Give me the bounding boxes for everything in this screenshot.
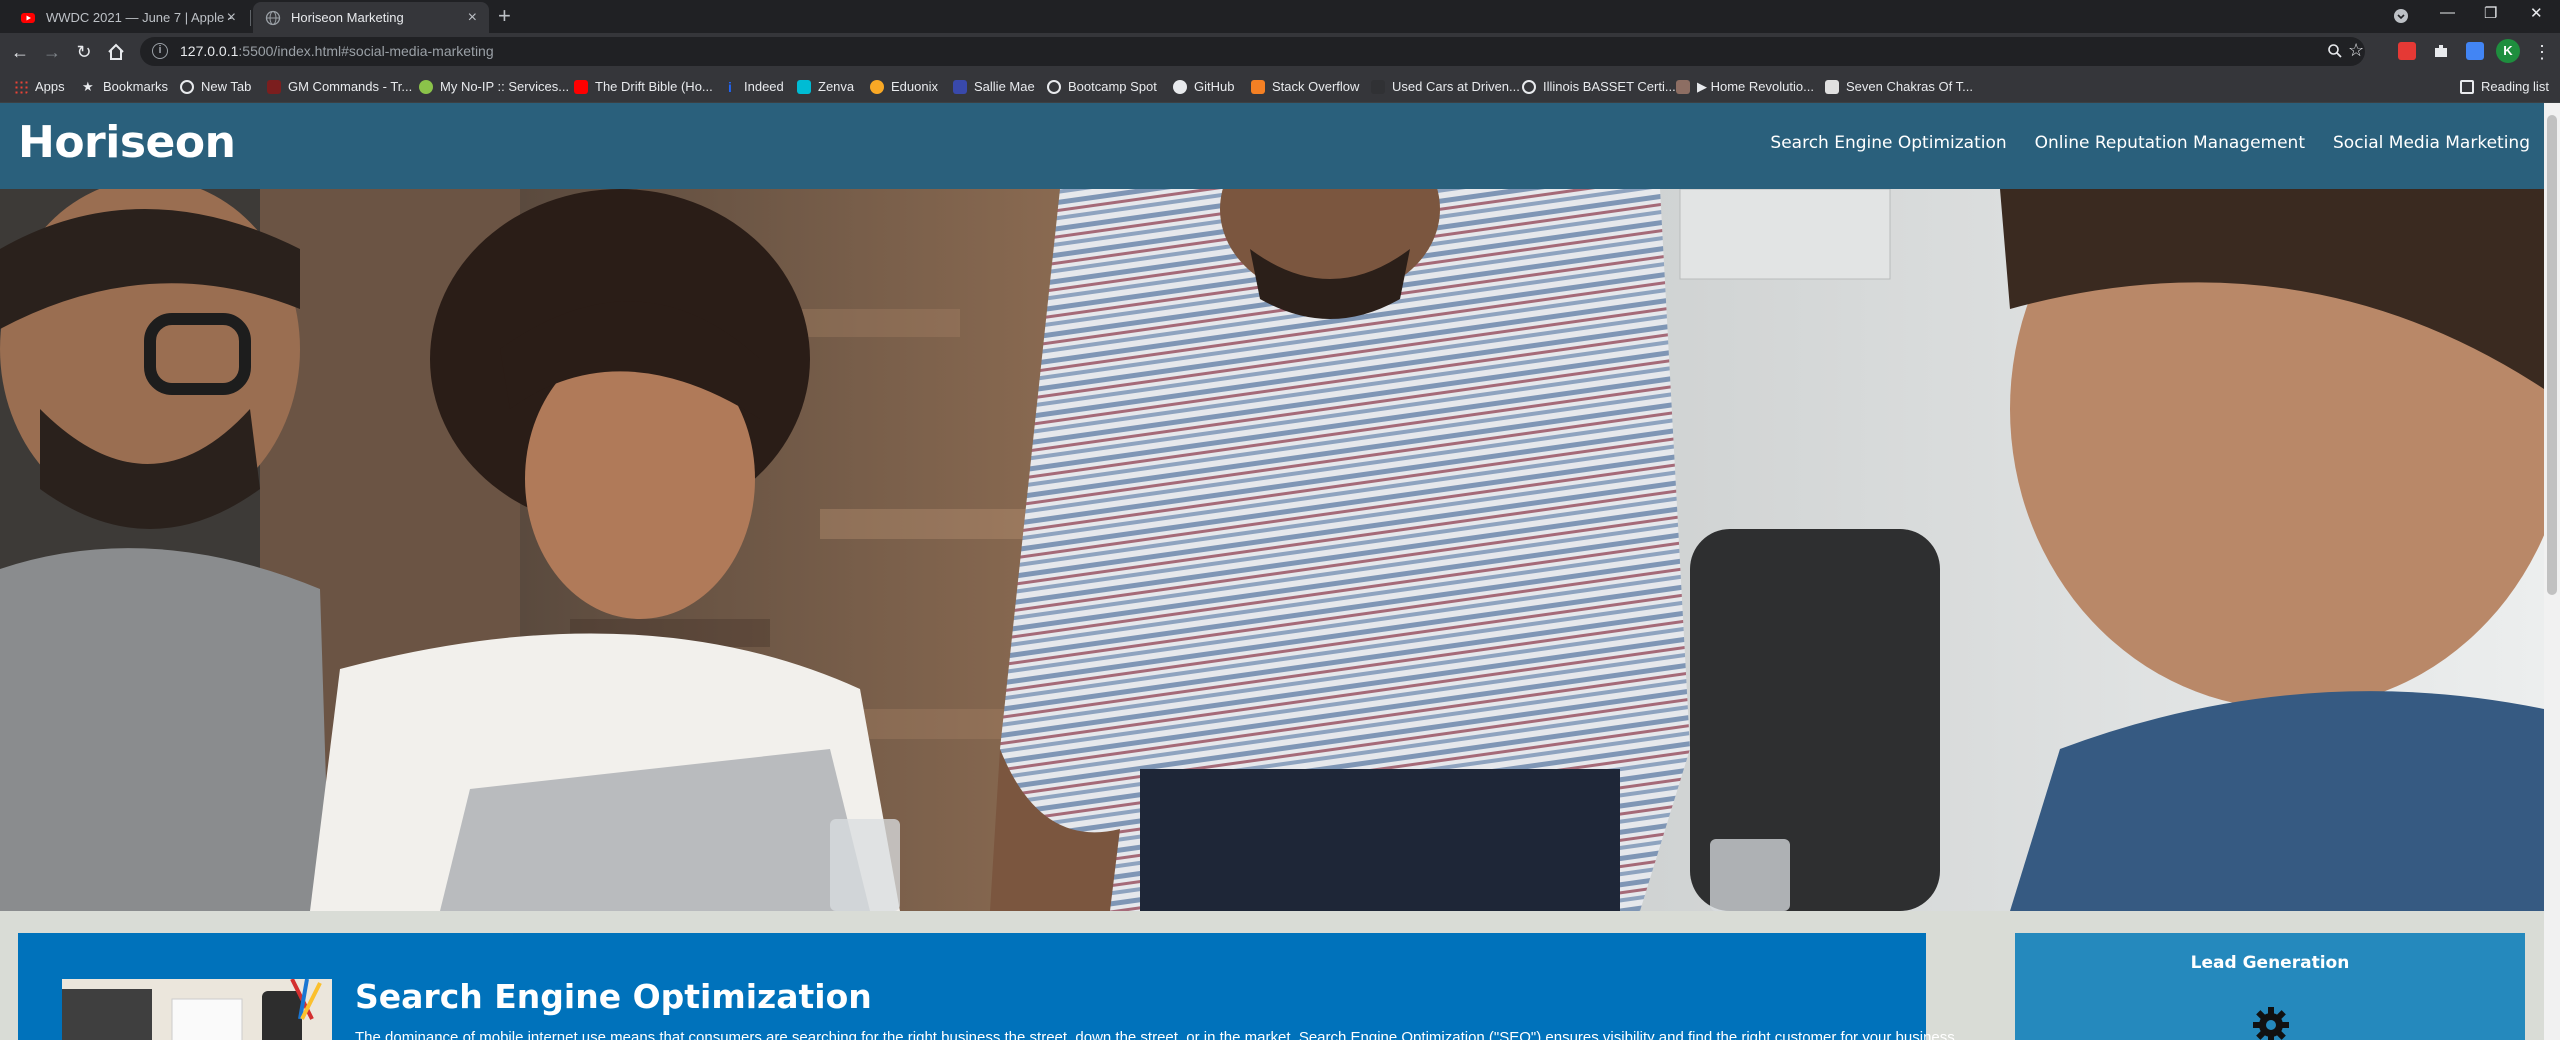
forward-icon[interactable]: → bbox=[40, 40, 64, 64]
menu-icon[interactable]: ⋮ bbox=[2530, 40, 2554, 64]
profile-avatar[interactable]: K bbox=[2496, 39, 2520, 63]
bookmark-used-cars[interactable]: Used Cars at Driven... bbox=[1371, 70, 1520, 103]
address-bar[interactable]: i 127.0.0.1:5500/index.html#social-media… bbox=[140, 37, 2365, 66]
bookmark-stack-overflow[interactable]: Stack Overflow bbox=[1251, 70, 1359, 103]
tab-horiseon[interactable]: Horiseon Marketing × bbox=[253, 2, 489, 33]
bookmark-gm-commands[interactable]: GM Commands - Tr... bbox=[267, 70, 412, 103]
tab-close-icon[interactable]: × bbox=[227, 10, 236, 26]
section-text: The dominance of mobile internet use mea… bbox=[355, 1029, 1955, 1040]
restore-icon[interactable]: ❐ bbox=[2484, 4, 2497, 22]
home-revolution-icon bbox=[1676, 79, 1690, 94]
bookmark-apps[interactable]: Apps bbox=[14, 70, 65, 103]
aside-title: Lead Generation bbox=[2190, 953, 2350, 973]
url-host: 127.0.0.1 bbox=[180, 43, 239, 59]
close-window-icon[interactable]: ✕ bbox=[2530, 4, 2543, 22]
bookmark-drift-bible[interactable]: The Drift Bible (Ho... bbox=[574, 70, 713, 103]
seo-section: Search Engine Optimization The dominance… bbox=[18, 933, 1955, 1040]
extensions-puzzle-icon[interactable] bbox=[2432, 42, 2450, 60]
tab-title: Horiseon Marketing bbox=[291, 10, 404, 25]
back-icon[interactable]: ← bbox=[8, 40, 32, 64]
url-path: :5500/index.html#social-media-marketing bbox=[238, 43, 494, 59]
bookmark-no-ip[interactable]: My No-IP :: Services... bbox=[419, 70, 569, 103]
nav-link-orm[interactable]: Online Reputation Management bbox=[2035, 133, 2305, 153]
zoom-icon[interactable] bbox=[2327, 43, 2343, 59]
tab-strip: WWDC 2021 — June 7 | Apple - × Horiseon … bbox=[0, 0, 2560, 33]
browser-chrome: WWDC 2021 — June 7 | Apple - × Horiseon … bbox=[0, 0, 2560, 103]
desk-photo-illustration bbox=[62, 979, 332, 1040]
bookmark-illinois-basset[interactable]: Illinois BASSET Certi... bbox=[1522, 70, 1676, 103]
bookmark-home-revolution[interactable]: ▶ Home Revolutio... bbox=[1676, 70, 1814, 103]
tab-separator bbox=[250, 10, 251, 26]
gm-icon bbox=[267, 79, 281, 94]
tab-wwdc[interactable]: WWDC 2021 — June 7 | Apple - × bbox=[8, 2, 248, 33]
page-scrollbar[interactable] bbox=[2544, 103, 2560, 1040]
globe-icon bbox=[265, 10, 281, 25]
new-tab-icon[interactable]: + bbox=[498, 5, 511, 27]
bookmark-sallie-mae[interactable]: Sallie Mae bbox=[953, 70, 1035, 103]
tab-title: WWDC 2021 — June 7 | Apple - bbox=[46, 10, 233, 25]
seo-section-image bbox=[62, 979, 332, 1040]
globe-icon bbox=[180, 79, 194, 94]
bookmarks-bar: Apps ★ Bookmarks New Tab GM Commands - Tr… bbox=[0, 70, 2560, 103]
bookmark-zenva[interactable]: Zenva bbox=[797, 70, 854, 103]
site-logo[interactable]: Horiseon bbox=[18, 117, 236, 168]
github-icon bbox=[1173, 79, 1187, 94]
nav-link-smm[interactable]: Social Media Marketing bbox=[2333, 133, 2530, 153]
site-header: Horiseon Search Engine Optimization Onli… bbox=[0, 103, 2544, 189]
apps-grid-icon bbox=[14, 79, 28, 94]
reload-icon[interactable]: ↻ bbox=[72, 40, 96, 64]
stack-overflow-icon bbox=[1251, 79, 1265, 94]
hero-image bbox=[0, 189, 2544, 911]
globe-icon bbox=[1047, 79, 1061, 94]
chakras-icon bbox=[1825, 79, 1839, 94]
page-viewport: Horiseon Search Engine Optimization Onli… bbox=[0, 103, 2560, 1040]
extension-screen-icon[interactable] bbox=[2466, 42, 2484, 60]
minimize-icon[interactable]: — bbox=[2440, 4, 2455, 21]
lead-generation-card: Lead Generation bbox=[2015, 933, 2525, 1040]
section-title: Search Engine Optimization bbox=[355, 977, 872, 1016]
scrollbar-thumb[interactable] bbox=[2547, 115, 2557, 595]
nav-link-seo[interactable]: Search Engine Optimization bbox=[1770, 133, 2006, 153]
site-nav: Search Engine Optimization Online Reputa… bbox=[1770, 133, 2530, 153]
gear-icon bbox=[2253, 1007, 2289, 1040]
hero-photo-illustration bbox=[0, 189, 2544, 911]
sallie-mae-icon bbox=[953, 79, 967, 94]
zenva-icon bbox=[797, 79, 811, 94]
reading-list-icon bbox=[2460, 79, 2474, 94]
bookmark-seven-chakras[interactable]: Seven Chakras Of T... bbox=[1825, 70, 1973, 103]
tab-close-icon[interactable]: × bbox=[468, 10, 477, 26]
eduonix-icon bbox=[870, 79, 884, 94]
youtube-icon bbox=[574, 79, 588, 94]
tab-search-icon[interactable] bbox=[2393, 8, 2409, 24]
indeed-icon: i bbox=[728, 78, 732, 95]
bookmark-bookmarks[interactable]: ★ Bookmarks bbox=[82, 70, 168, 103]
url-text[interactable]: 127.0.0.1:5500/index.html#social-media-m… bbox=[180, 43, 494, 59]
bookmark-indeed[interactable]: i Indeed bbox=[723, 70, 784, 103]
bookmark-eduonix[interactable]: Eduonix bbox=[870, 70, 938, 103]
reading-list-button[interactable]: Reading list bbox=[2460, 70, 2549, 103]
bookmark-star-icon[interactable]: ☆ bbox=[2348, 40, 2364, 61]
bookmark-github[interactable]: GitHub bbox=[1173, 70, 1234, 103]
star-icon: ★ bbox=[82, 78, 94, 94]
no-ip-icon bbox=[419, 79, 433, 94]
driven-icon bbox=[1371, 79, 1385, 94]
home-icon[interactable] bbox=[104, 40, 128, 64]
extension-recorder-icon[interactable] bbox=[2398, 42, 2416, 60]
bookmark-new-tab[interactable]: New Tab bbox=[180, 70, 251, 103]
browser-toolbar: ← → ↻ i 127.0.0.1:5500/index.html#social… bbox=[0, 33, 2560, 70]
bookmark-bootcamp-spot[interactable]: Bootcamp Spot bbox=[1047, 70, 1157, 103]
globe-icon bbox=[1522, 79, 1536, 94]
site-info-icon[interactable]: i bbox=[152, 43, 168, 59]
youtube-icon bbox=[21, 12, 35, 23]
